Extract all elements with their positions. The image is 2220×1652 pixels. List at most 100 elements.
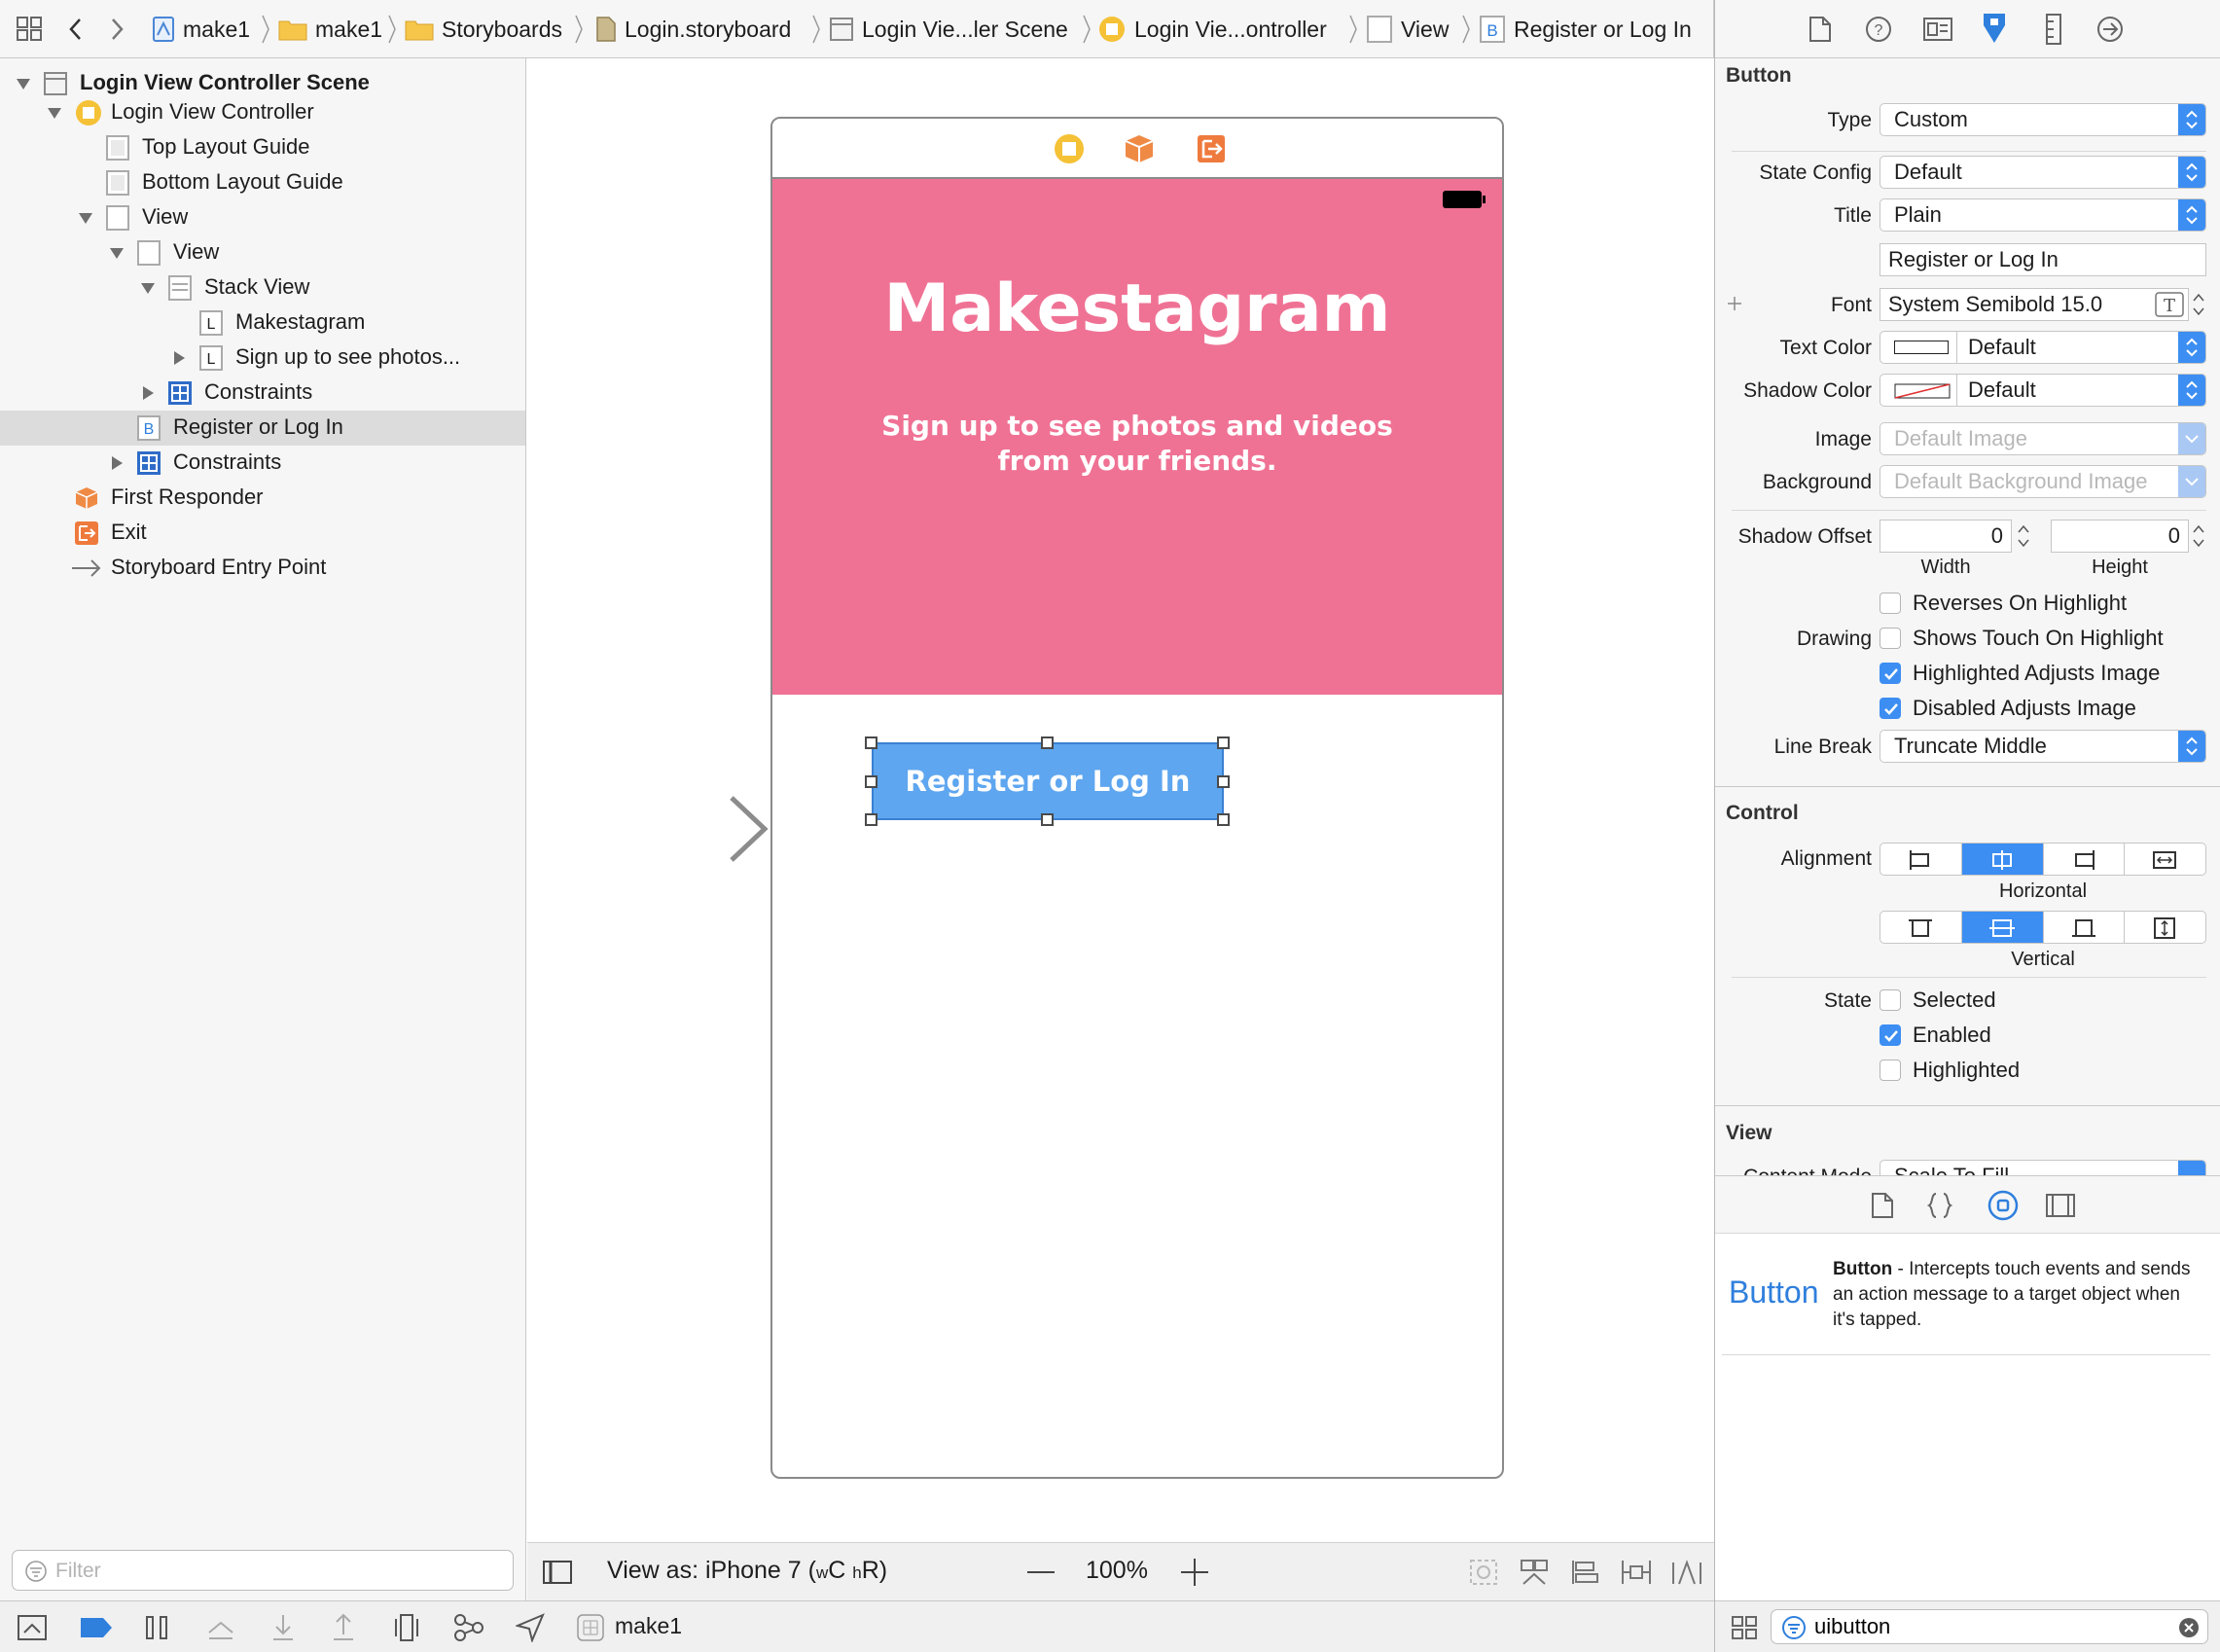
- background-combo[interactable]: Default Background Image: [1880, 465, 2206, 498]
- image-combo[interactable]: Default Image: [1880, 422, 2206, 455]
- disclosure-closed-icon[interactable]: [140, 385, 156, 401]
- resize-handle-bottom-left[interactable]: [865, 813, 877, 826]
- exit-icon[interactable]: [1195, 132, 1228, 165]
- code-snippet-library-icon[interactable]: [1927, 1192, 1952, 1219]
- first-responder-icon[interactable]: [1123, 132, 1156, 165]
- memory-graph-icon[interactable]: [453, 1613, 484, 1642]
- disclosure-open-icon[interactable]: [47, 105, 62, 121]
- outline-item-subview[interactable]: View: [0, 235, 525, 270]
- disclosure-open-icon[interactable]: [109, 245, 125, 261]
- resize-handle-top-center[interactable]: [1041, 736, 1054, 749]
- media-library-icon[interactable]: [2046, 1194, 2075, 1217]
- outline-item-top-layout-guide[interactable]: Top Layout Guide: [0, 130, 525, 165]
- align-top-segment[interactable]: [1880, 912, 1962, 943]
- disclosure-open-icon[interactable]: [16, 76, 31, 91]
- outline-item-exit[interactable]: Exit: [0, 516, 525, 551]
- shows-touch-on-highlight-checkbox[interactable]: [1880, 628, 1901, 649]
- align-fill-v-segment[interactable]: [2125, 912, 2205, 943]
- shadow-width-stepper-icon[interactable]: [2016, 520, 2031, 553]
- update-frames-icon[interactable]: [1469, 1559, 1498, 1586]
- shadow-height-stepper-icon[interactable]: [2191, 520, 2206, 553]
- font-size-stepper-icon[interactable]: [2191, 288, 2206, 321]
- resize-handle-top-right[interactable]: [1217, 736, 1230, 749]
- zoom-out-icon[interactable]: [1027, 1570, 1055, 1574]
- font-picker-icon[interactable]: T: [2155, 292, 2184, 317]
- attributes-inspector-icon[interactable]: [1980, 12, 2009, 45]
- size-inspector-icon[interactable]: [2044, 14, 2063, 45]
- file-template-library-icon[interactable]: [1871, 1192, 1894, 1219]
- align-middle-segment[interactable]: [1961, 912, 2044, 943]
- forward-icon[interactable]: [107, 16, 126, 43]
- storyboard-entry-arrow-icon[interactable]: [574, 794, 772, 864]
- grid-view-toggle-icon[interactable]: [1731, 1615, 1758, 1640]
- outline-item-bottom-layout-guide[interactable]: Bottom Layout Guide: [0, 165, 525, 200]
- crumb-project[interactable]: make1: [152, 0, 250, 58]
- zoom-in-icon[interactable]: [1181, 1559, 1208, 1586]
- object-library-icon[interactable]: [1987, 1190, 2019, 1221]
- outline-item-label-signup[interactable]: L Sign up to see photos...: [0, 341, 525, 376]
- align-left-segment[interactable]: [1880, 844, 1962, 875]
- align-bottom-segment[interactable]: [2044, 912, 2126, 943]
- title-type-popup[interactable]: Plain: [1880, 198, 2206, 232]
- app-subtitle-label[interactable]: Sign up to see photos and videos from yo…: [870, 409, 1405, 479]
- horizontal-alignment-control[interactable]: [1880, 843, 2206, 876]
- crumb-group[interactable]: make1: [278, 0, 382, 58]
- crumb-storyboards-folder[interactable]: Storyboards: [405, 0, 562, 58]
- target-name[interactable]: make1: [615, 1613, 682, 1639]
- shadow-offset-height-field[interactable]: 0: [2051, 520, 2189, 553]
- align-center-segment[interactable]: [1961, 844, 2044, 875]
- disclosure-closed-icon[interactable]: [109, 455, 125, 471]
- disclosure-open-icon[interactable]: [140, 280, 156, 296]
- crumb-button[interactable]: B Register or Log In: [1479, 0, 1692, 58]
- selected-checkbox[interactable]: [1880, 989, 1901, 1011]
- library-item-button[interactable]: Button: [1729, 1275, 1819, 1311]
- align-fill-h-segment[interactable]: [2125, 844, 2205, 875]
- simulate-location-icon[interactable]: [516, 1613, 545, 1642]
- outline-item-stack-view[interactable]: Stack View: [0, 270, 525, 305]
- outline-item-entry-point[interactable]: Storyboard Entry Point: [0, 551, 525, 586]
- resize-handle-bottom-center[interactable]: [1041, 813, 1054, 826]
- text-color-popup[interactable]: Default: [1880, 331, 2206, 364]
- clear-search-icon[interactable]: [2178, 1617, 2200, 1638]
- shadow-color-popup[interactable]: Default: [1880, 374, 2206, 407]
- crumb-view[interactable]: View: [1366, 0, 1449, 58]
- library-search-field[interactable]: [1771, 1609, 2208, 1644]
- resize-handle-middle-right[interactable]: [1217, 775, 1230, 788]
- breakpoints-icon[interactable]: [80, 1617, 113, 1638]
- outline-filter-field[interactable]: Filter: [12, 1550, 514, 1591]
- resize-handle-middle-left[interactable]: [865, 775, 877, 788]
- app-title-label[interactable]: Makestagram: [772, 270, 1502, 347]
- font-field[interactable]: System Semibold 15.0 T: [1880, 288, 2189, 321]
- view-controller-icon[interactable]: [1053, 132, 1086, 165]
- add-variation-icon[interactable]: [1727, 296, 1742, 311]
- show-outline-icon[interactable]: [543, 1561, 572, 1584]
- highlighted-checkbox[interactable]: [1880, 1059, 1901, 1081]
- reverses-on-highlight-checkbox[interactable]: [1880, 593, 1901, 614]
- related-items-icon[interactable]: [16, 16, 45, 43]
- title-text-field[interactable]: Register or Log In: [1880, 243, 2206, 276]
- resize-handle-bottom-right[interactable]: [1217, 813, 1230, 826]
- disabled-adjusts-image-checkbox[interactable]: [1880, 698, 1901, 719]
- view-as-device-button[interactable]: View as: iPhone 7 (wC hR): [607, 1557, 887, 1585]
- quick-help-icon[interactable]: ?: [1865, 16, 1892, 43]
- hide-debug-area-icon[interactable]: [18, 1615, 47, 1640]
- content-mode-popup[interactable]: Scale To Fill: [1880, 1160, 2206, 1175]
- crumb-storyboard-file[interactable]: Login.storyboard: [595, 0, 791, 58]
- connections-inspector-icon[interactable]: [2096, 16, 2124, 43]
- outline-item-label-makestagram[interactable]: L Makestagram: [0, 305, 525, 341]
- resolve-issues-icon[interactable]: [1671, 1559, 1702, 1586]
- crumb-scene[interactable]: Login Vie...ler Scene: [829, 0, 1068, 58]
- resize-handle-top-left[interactable]: [865, 736, 877, 749]
- outline-item-register-button[interactable]: B Register or Log In: [0, 411, 525, 446]
- align-icon[interactable]: [1570, 1559, 1599, 1586]
- disclosure-open-icon[interactable]: [78, 210, 93, 226]
- step-in-icon[interactable]: [269, 1613, 298, 1642]
- embed-in-stack-icon[interactable]: [1520, 1559, 1549, 1586]
- pause-icon[interactable]: [144, 1615, 169, 1640]
- vertical-alignment-control[interactable]: [1880, 911, 2206, 944]
- debug-view-hierarchy-icon[interactable]: [393, 1613, 420, 1642]
- file-inspector-icon[interactable]: [1808, 16, 1832, 43]
- disclosure-closed-icon[interactable]: [171, 350, 187, 366]
- pin-icon[interactable]: [1621, 1559, 1652, 1586]
- shadow-offset-width-field[interactable]: 0: [1880, 520, 2012, 553]
